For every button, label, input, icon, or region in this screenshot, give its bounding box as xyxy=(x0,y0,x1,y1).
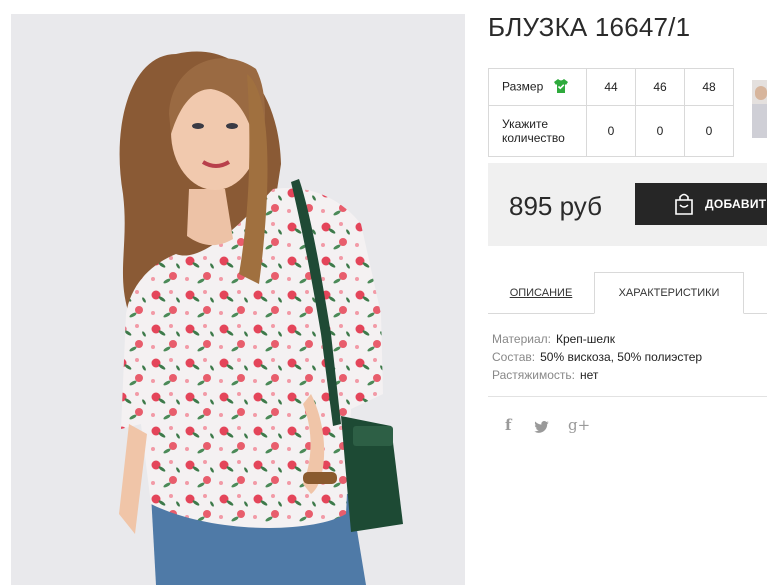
product-thumbnail[interactable] xyxy=(752,80,767,138)
quantity-label-line1: Укажите xyxy=(502,117,549,131)
size-table: Размер 44 46 48 Укажите количество 0 0 0 xyxy=(488,68,734,157)
add-to-cart-button[interactable]: ДОБАВИТЬ xyxy=(635,183,767,225)
quantity-label-cell: Укажите количество xyxy=(488,105,587,157)
specs-list: Материал: Креп-шелк Состав: 50% вискоза, 5… xyxy=(492,330,702,384)
product-photo[interactable] xyxy=(11,14,465,585)
spec-row: Материал: Креп-шелк xyxy=(492,330,702,348)
info-tabs: ОПИСАНИЕ ХАРАКТЕРИСТИКИ xyxy=(488,272,767,314)
tab-description[interactable]: ОПИСАНИЕ xyxy=(488,272,594,313)
size-cell-46[interactable]: 46 xyxy=(635,68,685,106)
quantity-label-line2: количество xyxy=(502,131,565,145)
googleplus-icon[interactable]: g+ xyxy=(568,416,590,434)
quantity-input-44[interactable]: 0 xyxy=(586,105,636,157)
size-row: Размер 44 46 48 xyxy=(488,68,734,106)
price-box: 895 руб ДОБАВИТЬ xyxy=(488,163,767,246)
spec-key: Состав: xyxy=(492,350,536,364)
spec-value: 50% вискоза, 50% полиэстер xyxy=(540,350,703,364)
shopping-bag-icon xyxy=(673,192,695,216)
spec-row: Состав: 50% вискоза, 50% полиэстер xyxy=(492,348,702,366)
shirt-icon[interactable] xyxy=(553,78,569,97)
size-cell-48[interactable]: 48 xyxy=(684,68,734,106)
spec-key: Растяжимость: xyxy=(492,368,576,382)
size-label: Размер xyxy=(502,79,544,94)
size-cell-44[interactable]: 44 xyxy=(586,68,636,106)
quantity-input-48[interactable]: 0 xyxy=(684,105,734,157)
facebook-icon[interactable]: f xyxy=(505,416,511,434)
spec-row: Растяжимость: нет xyxy=(492,366,702,384)
spec-value: Креп-шелк xyxy=(555,332,615,346)
product-title: БЛУЗКА 16647/1 xyxy=(488,12,691,42)
add-to-cart-label: ДОБАВИТЬ xyxy=(705,197,767,211)
spec-key: Материал: xyxy=(492,332,551,346)
product-price: 895 руб xyxy=(509,191,602,221)
size-label-cell: Размер xyxy=(488,68,587,106)
quantity-row: Укажите количество 0 0 0 xyxy=(488,105,734,157)
divider xyxy=(488,396,767,397)
quantity-input-46[interactable]: 0 xyxy=(635,105,685,157)
spec-value: нет xyxy=(580,368,599,382)
tab-characteristics[interactable]: ХАРАКТЕРИСТИКИ xyxy=(594,272,744,314)
twitter-icon[interactable] xyxy=(534,418,549,437)
